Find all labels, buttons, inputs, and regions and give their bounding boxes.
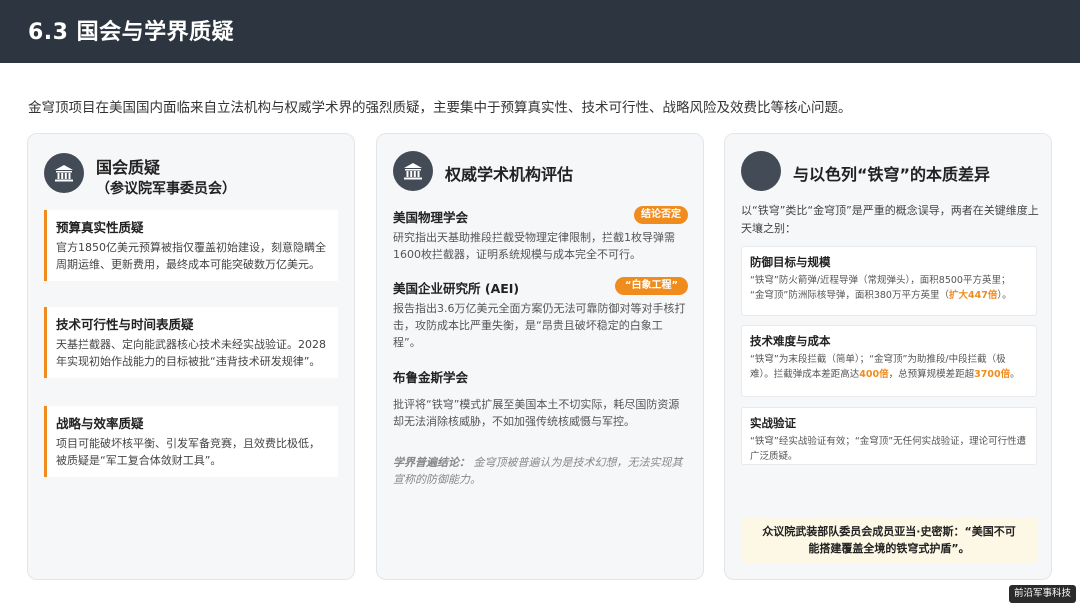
intro-text: 金穹顶项目在美国国内面临来自立法机构与权威学术界的强烈质疑，主要集中于预算真实性… <box>28 100 852 116</box>
org-description: 报告指出3.6万亿美元全面方案仍无法可靠防御对等对手核打击，攻防成本比严重失衡，… <box>393 302 686 349</box>
issue-body: 项目可能破坏核平衡、引发军备竞赛，且效费比极低，被质疑是“军工复合体敛财工具”。 <box>56 437 320 467</box>
card-title: 权威学术机构评估 <box>445 165 574 184</box>
difference-item: 实战验证 “铁穹”经实战验证有效；“金穹顶”无任何实战验证，理论可行性遭广泛质疑… <box>741 407 1037 465</box>
difference-body: “铁穹”为末段拦截（简单）；“金穹顶”为助推段/中段拦截（极难）。拦截弹成本差距… <box>750 354 1020 380</box>
highlight-value: 400倍 <box>859 369 889 380</box>
dark-circle-icon <box>741 151 781 191</box>
issue-body: 天基拦截器、定向能武器核心技术未经实战验证。2028年实现初始作战能力的目标被批… <box>56 338 326 368</box>
academic-conclusion: 学界普遍结论： 金穹顶被普遍认为是技术幻想，无法实现其宣称的防御能力。 <box>393 454 689 488</box>
org-description: 批评将“铁穹”模式扩展至美国本土不切实际，耗尽国防资源却无法消除核威胁，不如加强… <box>393 398 680 428</box>
difference-line: “金穹顶”防洲际核导弹，面积380万平方英里（扩大447倍）。 <box>750 290 1012 301</box>
institution-building-icon <box>393 151 433 191</box>
quote-line: 能搭建覆盖全境的铁穹式护盾”。 <box>808 542 970 555</box>
card-subtitle: （参议院军事委员会） <box>96 181 236 197</box>
card-title: 国会质疑 <box>96 158 161 177</box>
watermark: 前沿军事科技 <box>1009 585 1076 603</box>
org-name: 美国企业研究所 (AEI) <box>393 281 520 296</box>
capitol-building-icon <box>44 153 84 193</box>
issue-item: 技术可行性与时间表质疑 天基拦截器、定向能武器核心技术未经实战验证。2028年实… <box>44 307 338 378</box>
issue-title: 预算真实性质疑 <box>56 220 144 235</box>
difference-line: “铁穹”防火箭弹/近程导弹（常规弹头），面积8500平方英里； <box>750 275 1011 286</box>
issue-item: 战略与效率质疑 项目可能破坏核平衡、引发军备竞赛，且效费比极低，被质疑是“军工复… <box>44 406 338 477</box>
quote-line: 众议院武装部队委员会成员亚当·史密斯：“美国不可 <box>762 525 1016 538</box>
page-title: 6.3 国会与学界质疑 <box>28 20 235 45</box>
issue-title: 技术可行性与时间表质疑 <box>56 317 194 332</box>
header-bar: 6.3 国会与学界质疑 <box>0 0 1080 63</box>
quote-callout: 众议院武装部队委员会成员亚当·史密斯：“美国不可 能搭建覆盖全境的铁穹式护盾”。 <box>741 517 1037 563</box>
difference-title: 技术难度与成本 <box>750 334 831 348</box>
org-name: 布鲁金斯学会 <box>393 370 469 385</box>
org-description: 研究指出天基助推段拦截受物理定律限制，拦截1枚导弹需1600枚拦截器，证明系统规… <box>393 231 675 261</box>
difference-body: “铁穹”经实战验证有效；“金穹顶”无任何实战验证，理论可行性遭广泛质疑。 <box>750 436 1027 462</box>
verdict-badge: “白象工程” <box>615 277 688 295</box>
difference-item: 防御目标与规模 “铁穹”防火箭弹/近程导弹（常规弹头），面积8500平方英里； … <box>741 246 1037 316</box>
difference-item: 技术难度与成本 “铁穹”为末段拦截（简单）；“金穹顶”为助推段/中段拦截（极难）… <box>741 325 1037 397</box>
comparison-intro: 以“铁穹”类比“金穹顶”是严重的概念误导，两者在关键维度上天壤之别： <box>741 204 1039 235</box>
difference-title: 防御目标与规模 <box>750 255 831 269</box>
difference-body: “铁穹”防火箭弹/近程导弹（常规弹头），面积8500平方英里； “金穹顶”防洲际… <box>750 273 1028 303</box>
highlight-value: 扩大447倍 <box>948 290 998 301</box>
iron-dome-comparison-card: 与以色列“铁穹”的本质差异 以“铁穹”类比“金穹顶”是严重的概念误导，两者在关键… <box>724 133 1052 580</box>
conclusion-label: 学界普遍结论： <box>393 456 470 469</box>
difference-title: 实战验证 <box>750 416 796 430</box>
org-name: 美国物理学会 <box>393 210 469 225</box>
issue-item: 预算真实性质疑 官方1850亿美元预算被指仅覆盖初始建设，刻意隐瞒全周期运维、更… <box>44 210 338 281</box>
issue-title: 战略与效率质疑 <box>56 416 144 431</box>
academic-card: 权威学术机构评估 美国物理学会 结论否定 研究指出天基助推段拦截受物理定律限制，… <box>376 133 704 580</box>
highlight-value: 3700倍 <box>974 369 1011 380</box>
congress-card: 国会质疑 （参议院军事委员会） 预算真实性质疑 官方1850亿美元预算被指仅覆盖… <box>27 133 355 580</box>
card-title: 与以色列“铁穹”的本质差异 <box>793 165 991 184</box>
verdict-badge: 结论否定 <box>634 206 688 224</box>
issue-body: 官方1850亿美元预算被指仅覆盖初始建设，刻意隐瞒全周期运维、更新费用，最终成本… <box>56 241 326 271</box>
